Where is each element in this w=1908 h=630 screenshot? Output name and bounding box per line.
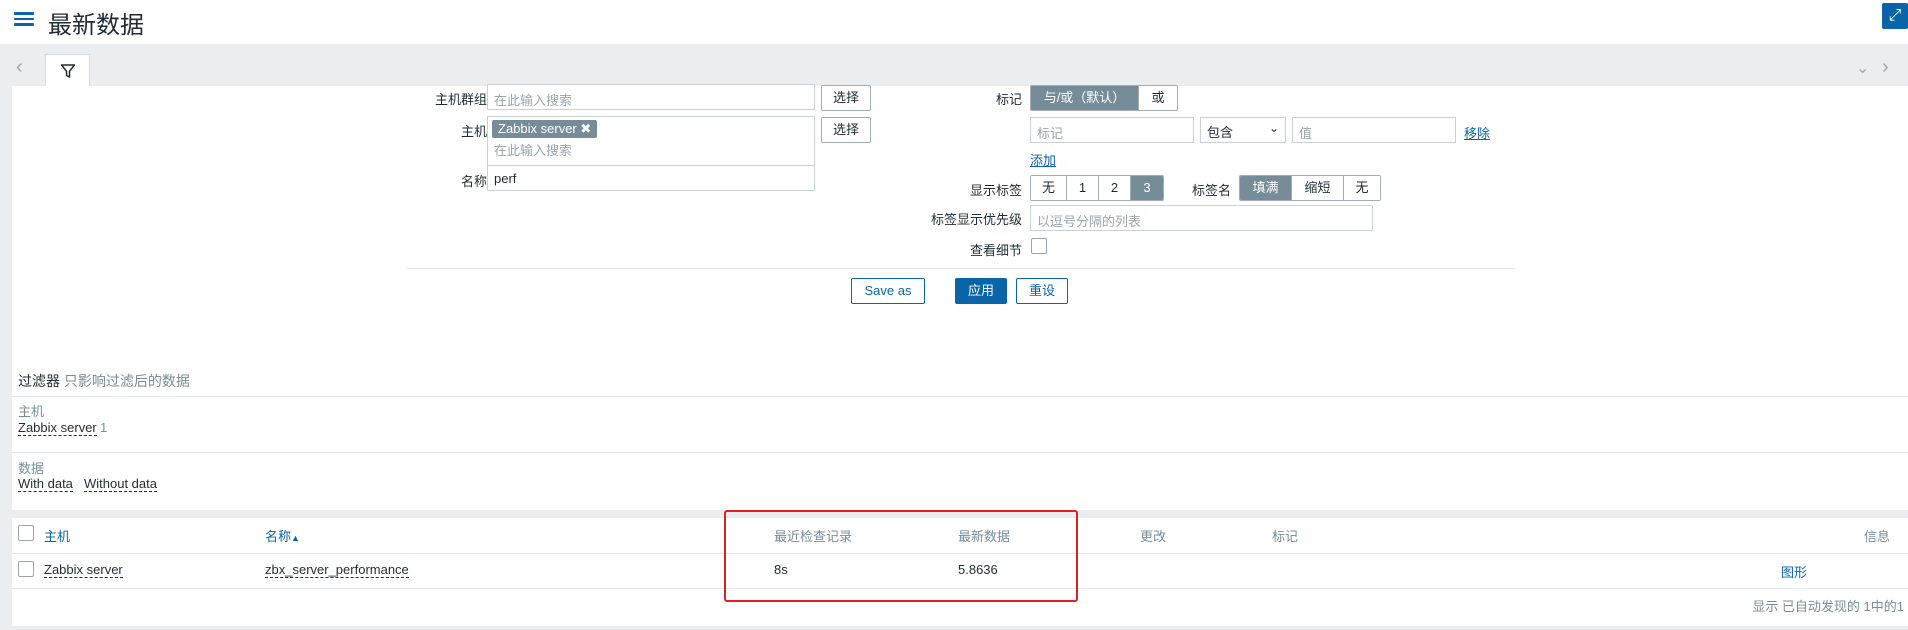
hamburger-menu-icon[interactable] <box>14 9 34 29</box>
tags-label: 标记 <box>995 92 1022 107</box>
tag-priority-label: 标签显示优先级 <box>930 212 1022 227</box>
separator <box>12 452 1908 453</box>
reset-button[interactable]: 重设 <box>1016 278 1068 304</box>
hosts-label: 主机 <box>460 124 487 139</box>
row-checkbox[interactable] <box>18 561 34 577</box>
tag-name-toggle[interactable]: 填满 缩短 无 <box>1239 175 1381 201</box>
show-tags-3[interactable]: 3 <box>1131 176 1163 200</box>
remove-tag-link[interactable]: 移除 <box>1464 123 1490 142</box>
tag-mode-and-or[interactable]: 与/或（默认） <box>1031 86 1139 110</box>
remove-chip-icon[interactable]: ✖ <box>580 121 591 136</box>
tag-name-input[interactable]: 标记 <box>1030 117 1194 143</box>
column-header-change: 更改 <box>1140 529 1167 544</box>
row-item-name[interactable]: zbx_server_performance <box>265 562 409 578</box>
subfilter-data-label: 数据 <box>18 461 45 476</box>
show-tags-label: 显示标签 <box>969 183 1022 198</box>
tag-operator-select[interactable]: 包含 ⌄ <box>1200 117 1286 143</box>
column-header-host[interactable]: 主机 <box>44 526 70 545</box>
tab-filter[interactable] <box>45 54 90 86</box>
host-groups-select-button[interactable]: 选择 <box>821 85 871 111</box>
sort-ascending-icon: ▲ <box>291 533 300 543</box>
page-title: 最新数据 <box>48 12 144 39</box>
filter-icon <box>60 64 76 78</box>
column-header-tags: 标记 <box>1272 529 1299 544</box>
save-as-button[interactable]: Save as <box>851 278 925 304</box>
fullscreen-icon[interactable]: ⤢ <box>1882 3 1908 29</box>
subfilter-host-link[interactable]: Zabbix server <box>18 420 97 436</box>
chevron-left-icon[interactable]: ‹ <box>16 56 23 79</box>
name-label: 名称 <box>460 174 487 189</box>
chevron-right-icon[interactable]: › <box>1882 56 1889 79</box>
tag-mode-or[interactable]: 或 <box>1139 86 1177 110</box>
apply-button[interactable]: 应用 <box>955 278 1007 304</box>
show-tags-none[interactable]: 无 <box>1031 176 1067 200</box>
subfilter-hosts-label: 主机 <box>18 404 45 419</box>
tag-priority-input[interactable]: 以逗号分隔的列表 <box>1030 205 1373 231</box>
show-tags-1[interactable]: 1 <box>1067 176 1099 200</box>
tag-name-full[interactable]: 填满 <box>1240 176 1292 200</box>
filter-panel: 主机群组 在此输入搜索 选择 主机 Zabbix server ✖ 在此输入搜索… <box>12 84 1908 370</box>
filter-tab-strip: ‹ ⌄ › <box>12 52 1908 86</box>
show-details-checkbox[interactable] <box>1031 238 1047 254</box>
column-header-name[interactable]: 名称▲ <box>265 526 300 545</box>
separator <box>12 396 1908 397</box>
show-tags-2[interactable]: 2 <box>1099 176 1131 200</box>
hosts-select-button[interactable]: 选择 <box>821 117 871 143</box>
row-graph-link[interactable]: 图形 <box>1781 562 1807 581</box>
tag-name-short[interactable]: 缩短 <box>1292 176 1344 200</box>
show-details-label: 查看细节 <box>969 243 1022 258</box>
subfilter-title: 过滤器 只影响过滤后的数据 <box>18 373 190 389</box>
host-groups-label: 主机群组 <box>434 92 487 107</box>
tag-name-none[interactable]: 无 <box>1344 176 1380 200</box>
tag-value-input[interactable]: 值 <box>1292 117 1456 143</box>
row-host-link[interactable]: Zabbix server <box>44 562 123 578</box>
tag-mode-toggle[interactable]: 与/或（默认） 或 <box>1030 85 1178 111</box>
subfilter-with-data-link[interactable]: With data <box>18 476 73 492</box>
subfilter-without-data-link[interactable]: Without data <box>84 476 157 492</box>
show-tags-toggle[interactable]: 无 1 2 3 <box>1030 175 1164 201</box>
subfilter-host-count: 1 <box>100 420 108 435</box>
host-groups-input[interactable]: 在此输入搜索 <box>487 84 815 110</box>
tag-name-label: 标签名 <box>1191 183 1231 198</box>
chevron-down-icon[interactable]: ⌄ <box>1856 58 1869 78</box>
chevron-down-icon: ⌄ <box>1268 121 1279 135</box>
host-chip: Zabbix server ✖ <box>492 120 598 138</box>
table-footer-count: 显示 已自动发现的 1中的1 <box>1752 599 1904 614</box>
name-input[interactable]: perf <box>487 165 815 191</box>
select-all-checkbox[interactable] <box>18 525 34 541</box>
hosts-input[interactable]: Zabbix server ✖ 在此输入搜索 <box>487 116 815 166</box>
highlight-box <box>724 510 1078 602</box>
top-bar: 最新数据 ⤢ <box>0 0 1908 44</box>
subfilter-panel: 过滤器 只影响过滤后的数据 主机 Zabbix server 1 数据 With… <box>12 370 1908 510</box>
filter-divider <box>407 268 1515 269</box>
column-header-info: 信息 <box>1864 529 1891 544</box>
add-tag-link[interactable]: 添加 <box>1030 150 1056 169</box>
